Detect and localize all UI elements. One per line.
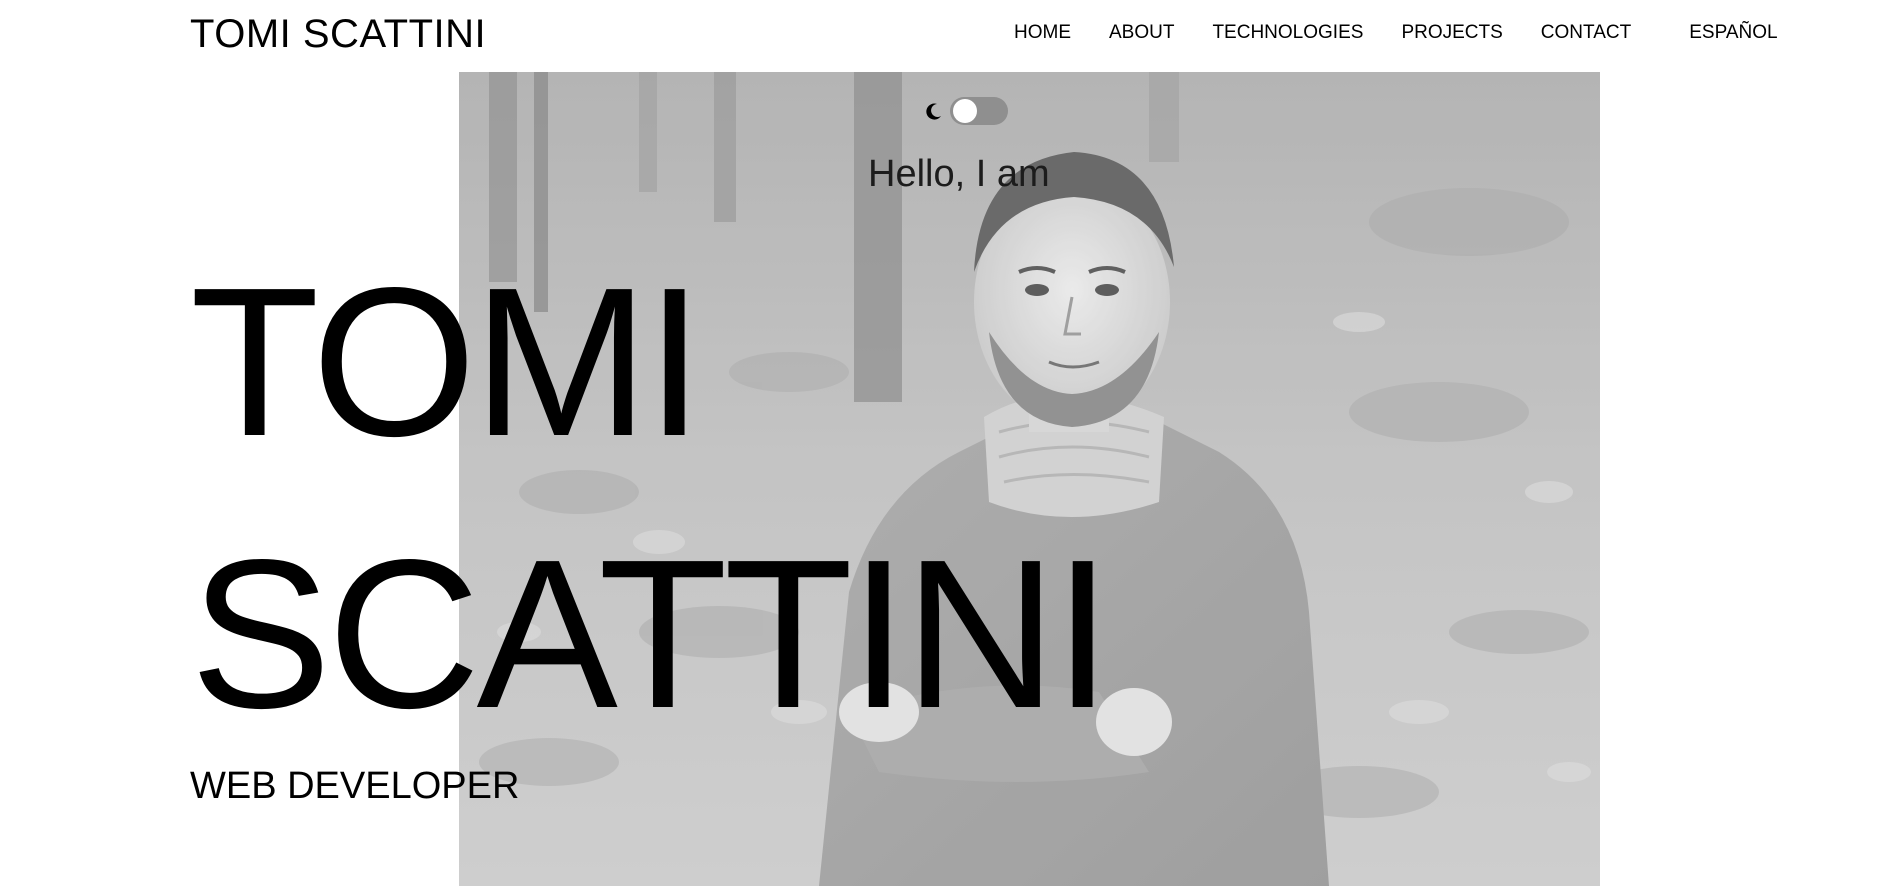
toggle-knob[interactable] bbox=[953, 99, 977, 123]
brand-logo[interactable]: TOMI SCATTINI bbox=[190, 11, 486, 57]
hero-greeting: Hello, I am bbox=[868, 153, 1050, 195]
hero-last-name: SCATTINI bbox=[190, 515, 1112, 752]
nav-projects[interactable]: PROJECTS bbox=[1401, 22, 1502, 44]
toggle-track[interactable] bbox=[950, 97, 1008, 125]
nav-home[interactable]: HOME bbox=[1014, 22, 1071, 44]
theme-toggle[interactable] bbox=[924, 97, 1008, 125]
page: TOMI SCATTINI HOME ABOUT TECHNOLOGIES PR… bbox=[0, 0, 1882, 886]
nav-about[interactable]: ABOUT bbox=[1109, 22, 1174, 44]
nav-technologies[interactable]: TECHNOLOGIES bbox=[1212, 22, 1363, 44]
main-nav: HOME ABOUT TECHNOLOGIES PROJECTS CONTACT… bbox=[1014, 22, 1778, 44]
nav-contact[interactable]: CONTACT bbox=[1541, 22, 1631, 44]
language-switch[interactable]: ESPAÑOL bbox=[1689, 22, 1777, 44]
hero-first-name: TOMI bbox=[190, 243, 704, 480]
site-header: TOMI SCATTINI HOME ABOUT TECHNOLOGIES PR… bbox=[0, 0, 1882, 72]
hero-role: WEB DEVELOPER bbox=[190, 765, 520, 807]
moon-icon bbox=[926, 103, 941, 120]
